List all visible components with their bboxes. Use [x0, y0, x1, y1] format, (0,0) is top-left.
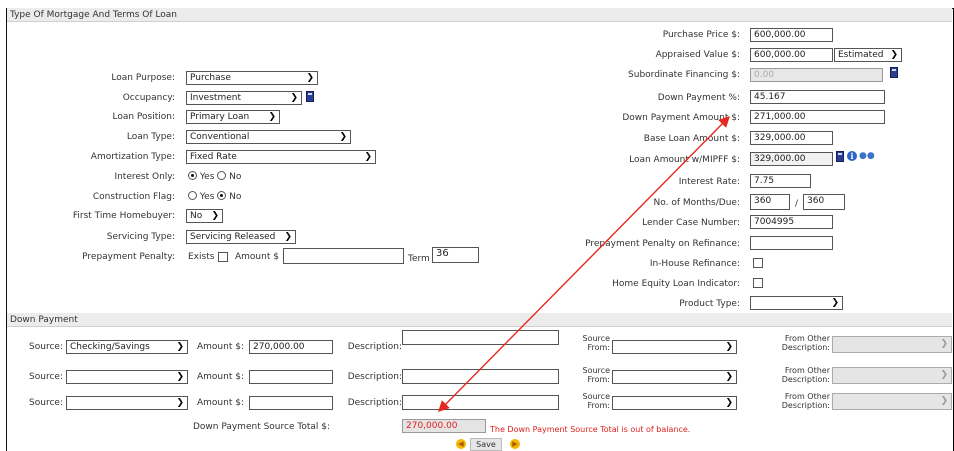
annotation-arrow	[438, 116, 730, 412]
